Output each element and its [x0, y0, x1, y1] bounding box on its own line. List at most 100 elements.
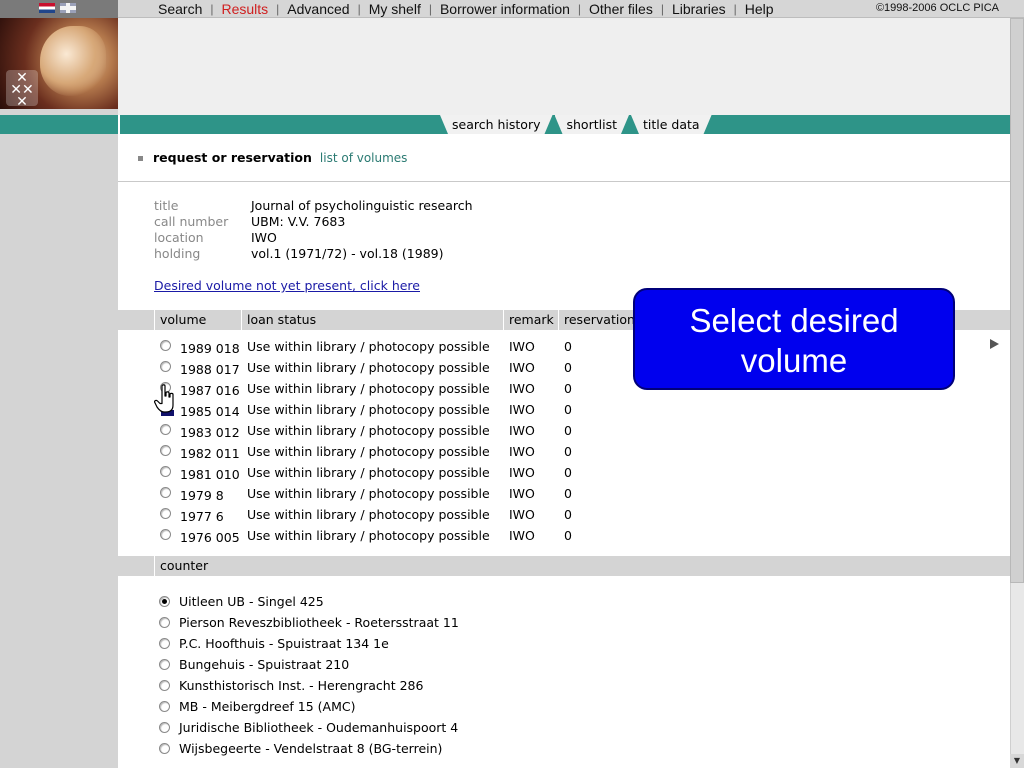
counter-label: MB - Meibergdreef 15 (AMC) — [179, 699, 356, 714]
scroll-down-arrow-icon[interactable]: ▼ — [1010, 754, 1024, 768]
play-arrow-icon[interactable] — [990, 339, 999, 349]
nav-results[interactable]: Results — [213, 0, 276, 18]
nav-search[interactable]: Search — [150, 0, 210, 18]
reservation-count: 0 — [564, 381, 572, 396]
tab-search-history[interactable]: search history — [440, 115, 553, 134]
divider — [118, 181, 1010, 182]
counter-radio[interactable] — [159, 680, 170, 691]
remark: IWO — [509, 528, 535, 543]
counter-radio[interactable] — [159, 596, 170, 607]
remark: IWO — [509, 381, 535, 396]
language-bar — [0, 0, 118, 18]
counter-radio[interactable] — [159, 617, 170, 628]
table-row: 1976 005 Use within library / photocopy … — [154, 525, 754, 546]
list-item: Juridische Bibliotheek - Oudemanhuispoor… — [154, 720, 654, 741]
counter-radio[interactable] — [159, 638, 170, 649]
counter-radio[interactable] — [159, 701, 170, 712]
detail-location: IWO — [251, 230, 277, 245]
hand-cursor-icon — [154, 384, 174, 413]
nav-my-shelf[interactable]: My shelf — [361, 0, 429, 18]
list-item: Uitleen UB - Singel 425 — [154, 594, 654, 615]
volume-radio[interactable] — [160, 487, 171, 498]
reservation-count: 0 — [564, 444, 572, 459]
reservation-count: 0 — [564, 465, 572, 480]
detail-row-holding: holding vol.1 (1971/72) - vol.18 (1989) — [154, 246, 473, 262]
volume-radio[interactable] — [160, 529, 171, 540]
tab-title-data[interactable]: title data — [631, 115, 712, 134]
loan-status: Use within library / photocopy possible — [247, 444, 490, 459]
table-row: 1983 012 Use within library / photocopy … — [154, 420, 754, 441]
counter-label: Pierson Reveszbibliotheek - Roetersstraa… — [179, 615, 459, 630]
counter-label: Bungehuis - Spuistraat 210 — [179, 657, 350, 672]
scrollbar-thumb[interactable] — [1010, 18, 1024, 583]
volume-radio[interactable] — [160, 508, 171, 519]
volume-number: 1979 8 — [180, 488, 224, 503]
nav-borrower-information[interactable]: Borrower information — [432, 0, 578, 18]
book-image — [40, 26, 106, 96]
volume-number: 1983 012 — [180, 425, 240, 440]
reservation-count: 0 — [564, 360, 572, 375]
loan-status: Use within library / photocopy possible — [247, 360, 490, 375]
column-header-volume: volume — [154, 310, 241, 330]
loan-status: Use within library / photocopy possible — [247, 339, 490, 354]
detail-key: holding — [154, 246, 201, 261]
volume-radio[interactable] — [160, 445, 171, 456]
loan-status: Use within library / photocopy possible — [247, 423, 490, 438]
dutch-flag-icon[interactable] — [39, 3, 55, 13]
copyright-notice: ©1998-2006 OCLC PICA — [875, 2, 999, 14]
volume-radio[interactable] — [160, 424, 171, 435]
counter-radio[interactable] — [159, 722, 170, 733]
remark: IWO — [509, 465, 535, 480]
reservation-count: 0 — [564, 339, 572, 354]
loan-status: Use within library / photocopy possible — [247, 402, 490, 417]
volume-radio[interactable] — [160, 361, 171, 372]
counter-label: P.C. Hoofthuis - Spuistraat 134 1e — [179, 636, 389, 651]
column-header-remark: remark — [503, 310, 558, 330]
remark: IWO — [509, 339, 535, 354]
detail-call-number: UBM: V.V. 7683 — [251, 214, 346, 229]
nav-other-files[interactable]: Other files — [581, 0, 661, 18]
reservation-count: 0 — [564, 402, 572, 417]
remark: IWO — [509, 507, 535, 522]
list-item: Kunsthistorisch Inst. - Herengracht 286 — [154, 678, 654, 699]
volume-not-present-link[interactable]: Desired volume not yet present, click he… — [154, 278, 420, 293]
top-navigation-bar: Search | Results | Advanced | My shelf |… — [0, 0, 1024, 18]
instruction-callout: Select desired volume — [633, 288, 955, 390]
reservation-count: 0 — [564, 507, 572, 522]
university-seal-icon: ✕ ✕✕ ✕ — [6, 70, 38, 109]
reservation-count: 0 — [564, 486, 572, 501]
counter-label: Wijsbegeerte - Vendelstraat 8 (BG-terrei… — [179, 741, 443, 756]
title-details: title Journal of psycholinguistic resear… — [154, 198, 473, 262]
counter-radio[interactable] — [159, 743, 170, 754]
counter-label: Juridische Bibliotheek - Oudemanhuispoor… — [179, 720, 459, 735]
detail-row-title: title Journal of psycholinguistic resear… — [154, 198, 473, 214]
list-item: MB - Meibergdreef 15 (AMC) — [154, 699, 654, 720]
list-item: Bungehuis - Spuistraat 210 — [154, 657, 654, 678]
volume-number: 1988 017 — [180, 362, 240, 377]
table-row: 1985 014 Use within library / photocopy … — [154, 399, 754, 420]
library-logo: ✕ ✕✕ ✕ — [0, 18, 118, 109]
nav-help[interactable]: Help — [737, 0, 782, 18]
detail-title: Journal of psycholinguistic research — [251, 198, 473, 213]
english-flag-icon[interactable] — [60, 3, 76, 13]
tab-strip: search history shortlist title data — [440, 115, 714, 134]
list-item: Wijsbegeerte - Vendelstraat 8 (BG-terrei… — [154, 741, 654, 762]
loan-status: Use within library / photocopy possible — [247, 486, 490, 501]
column-header-reservation: reservation — [558, 310, 638, 330]
list-item: P.C. Hoofthuis - Spuistraat 134 1e — [154, 636, 654, 657]
list-of-volumes-link[interactable]: list of volumes — [320, 151, 408, 165]
volume-radio[interactable] — [160, 340, 171, 351]
tab-shortlist[interactable]: shortlist — [555, 115, 629, 134]
detail-holding: vol.1 (1971/72) - vol.18 (1989) — [251, 246, 444, 261]
nav-libraries[interactable]: Libraries — [664, 0, 734, 18]
counter-radio[interactable] — [159, 659, 170, 670]
callout-line-1: Select desired — [689, 302, 899, 339]
table-row: 1979 8 Use within library / photocopy po… — [154, 483, 754, 504]
nav-advanced[interactable]: Advanced — [279, 0, 357, 18]
bullet-icon — [138, 156, 143, 161]
detail-key: location — [154, 230, 204, 245]
volume-radio[interactable] — [160, 466, 171, 477]
remark: IWO — [509, 360, 535, 375]
table-row: 1977 6 Use within library / photocopy po… — [154, 504, 754, 525]
detail-row-location: location IWO — [154, 230, 473, 246]
